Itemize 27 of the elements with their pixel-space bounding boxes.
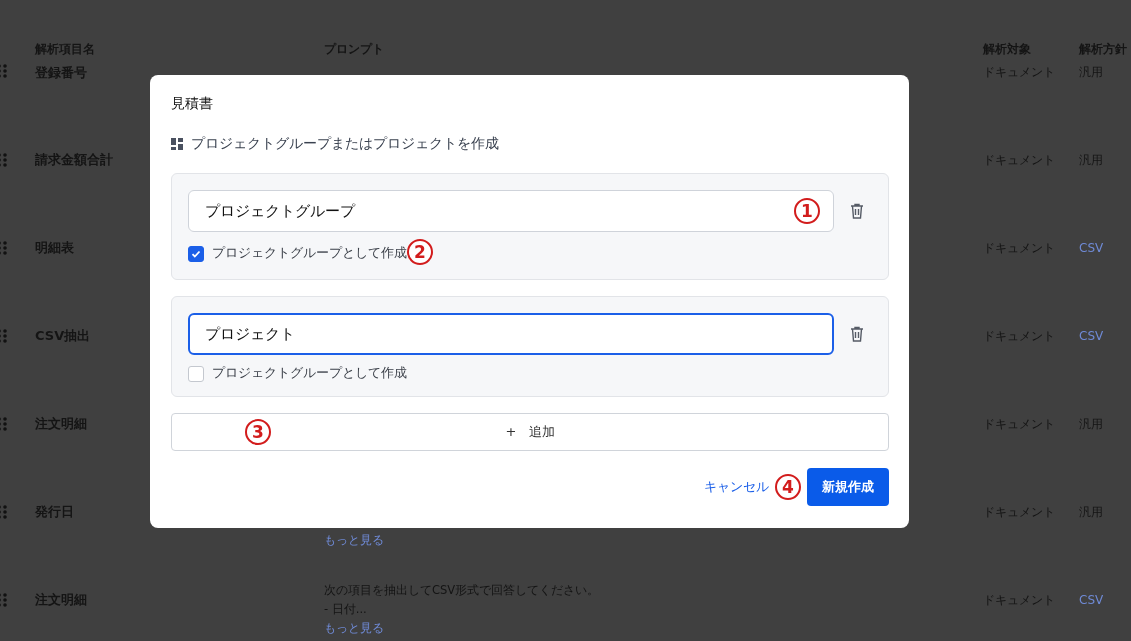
- trash-icon[interactable]: [850, 326, 864, 342]
- table-cell: CSV: [1079, 241, 1104, 255]
- drag-handle-icon[interactable]: [0, 64, 7, 78]
- table-cell: CSV: [1079, 593, 1104, 607]
- create-button[interactable]: 新規作成: [807, 468, 889, 506]
- trash-icon[interactable]: [850, 203, 864, 219]
- drag-handle-icon[interactable]: [0, 417, 7, 431]
- annotation-marker: 4: [775, 474, 801, 500]
- more-link[interactable]: もっと見る: [324, 621, 983, 636]
- drag-handle-icon[interactable]: [0, 153, 7, 167]
- cancel-link[interactable]: キャンセル: [704, 478, 769, 496]
- dialog-title: 見積書: [171, 95, 214, 113]
- table-cell: CSV: [1079, 329, 1104, 343]
- more-link[interactable]: もっと見る: [324, 533, 983, 548]
- grid-icon: [171, 138, 183, 150]
- drag-handle-icon[interactable]: [0, 241, 7, 255]
- check-icon: [191, 248, 201, 259]
- drag-handle-icon[interactable]: [0, 329, 7, 343]
- checkbox[interactable]: [188, 365, 204, 382]
- annotation-marker: 2: [407, 239, 433, 265]
- name-field[interactable]: プロジェクト: [188, 313, 834, 355]
- dialog-subtitle: プロジェクトグループまたはプロジェクトを作成: [191, 135, 499, 153]
- checkbox-label: プロジェクトグループとして作成: [212, 245, 407, 262]
- checkbox-label: プロジェクトグループとして作成: [212, 365, 407, 382]
- drag-handle-icon[interactable]: [0, 593, 7, 607]
- checkbox[interactable]: [188, 245, 204, 262]
- drag-handle-icon[interactable]: [0, 505, 7, 519]
